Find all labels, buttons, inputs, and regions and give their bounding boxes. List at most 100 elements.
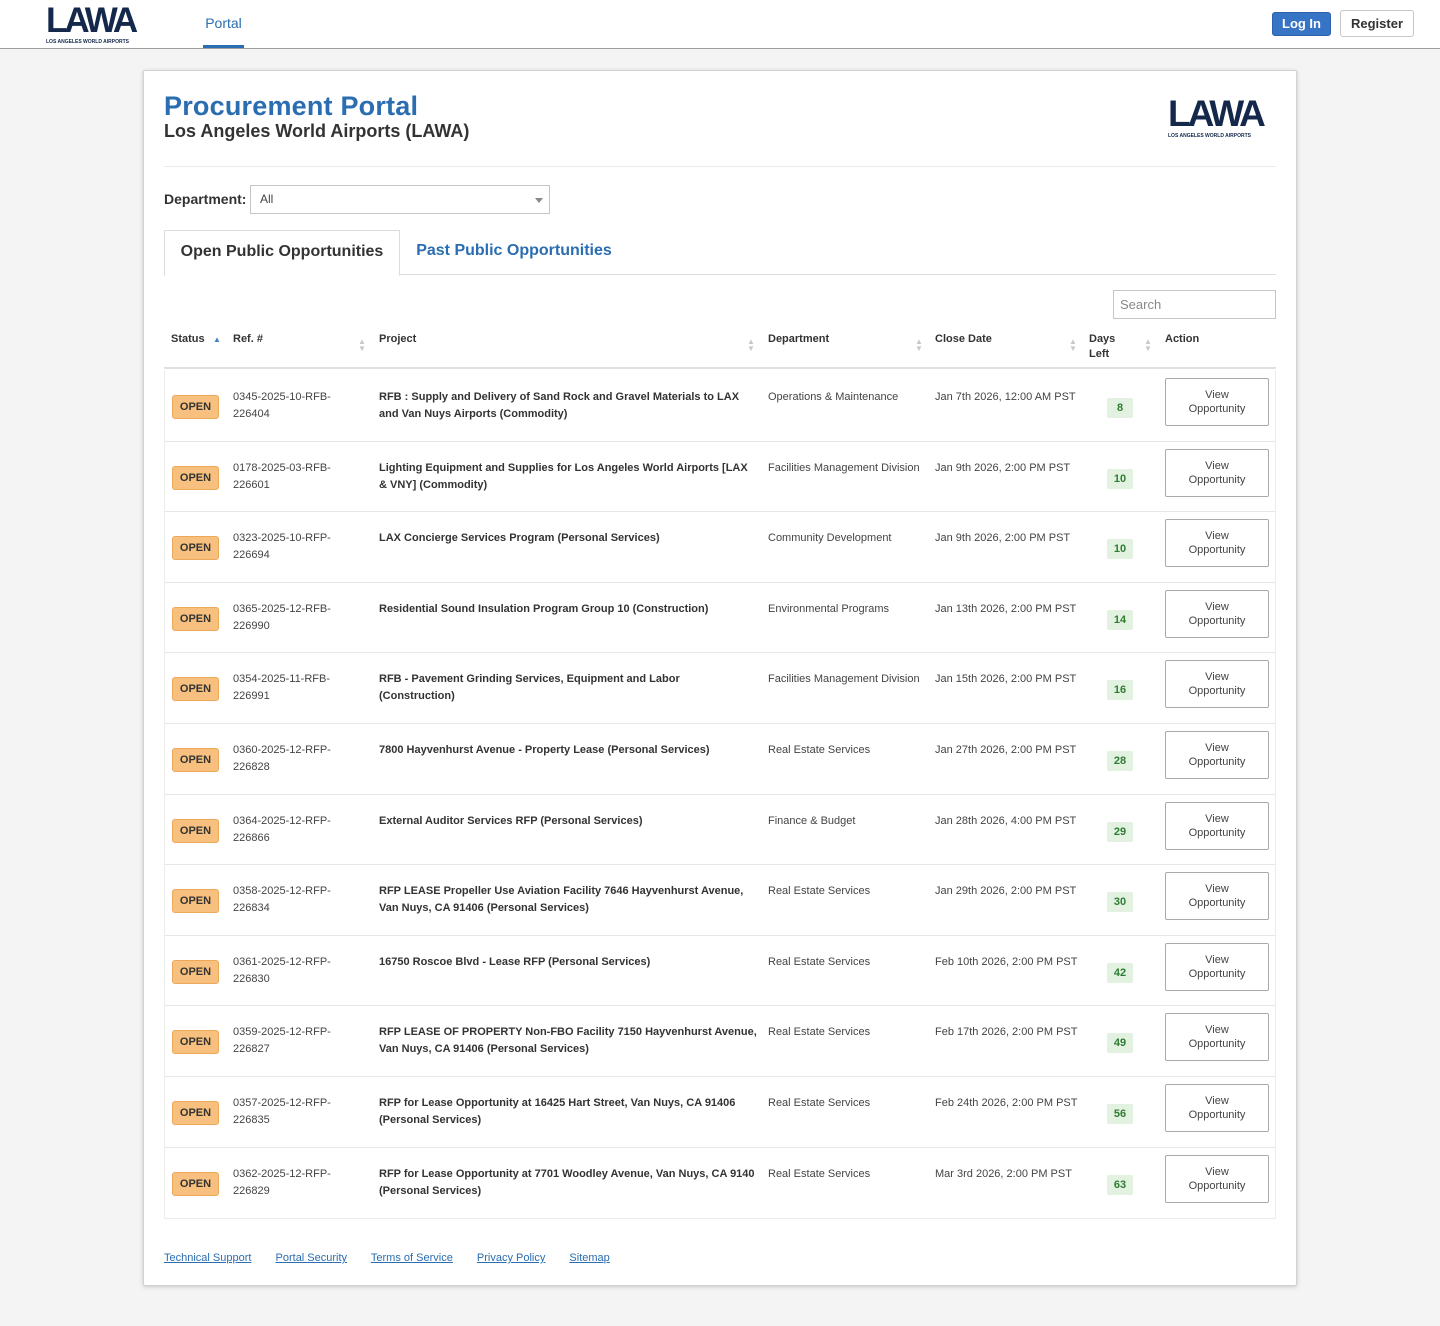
status-badge: OPEN — [172, 465, 219, 490]
register-button[interactable]: Register — [1340, 10, 1414, 37]
department-name: Real Estate Services — [768, 1167, 871, 1180]
login-button[interactable]: Log In — [1272, 12, 1331, 36]
project-name: External Auditor Services RFP (Personal … — [379, 814, 643, 827]
sort-icon[interactable]: ▲ ▼ — [358, 338, 366, 353]
status-badge: OPEN — [172, 677, 219, 702]
chevron-down-icon — [535, 198, 543, 203]
department-select[interactable]: All — [250, 185, 550, 214]
column-action-label: Action — [1165, 333, 1200, 345]
project-name: RFP LEASE Propeller Use Aviation Facilit… — [379, 885, 744, 915]
department-name: Real Estate Services — [768, 1026, 871, 1039]
title-divider — [164, 166, 1276, 167]
column-header-ref[interactable]: Ref. # — [233, 332, 263, 347]
card-logo-wordmark: LAWA — [1168, 93, 1266, 134]
column-header-close-date[interactable]: Close Date — [935, 332, 992, 347]
close-date: Jan 13th 2026, 2:00 PM PST — [935, 602, 1077, 615]
close-date: Feb 17th 2026, 2:00 PM PST — [935, 1026, 1078, 1039]
column-ref-label: Ref. # — [233, 333, 263, 345]
table-row: OPEN 0323-2025-10-RFP-226694 LAX Concierge… — [165, 512, 1275, 583]
tab-open-opportunities[interactable]: Open Public Opportunities — [164, 230, 400, 276]
tab-past-opportunities[interactable]: Past Public Opportunities — [402, 230, 626, 274]
project-name: RFB : Supply and Delivery of Sand Rock a… — [379, 391, 740, 420]
footer-link-privacy-policy[interactable]: Privacy Policy — [477, 1252, 545, 1264]
sort-icon[interactable]: ▲ ▼ — [1144, 338, 1152, 353]
column-header-status[interactable]: Status — [171, 332, 205, 347]
table-row: OPEN 0362-2025-12-RFP-226829 RFP for Lease… — [165, 1148, 1275, 1219]
column-days-left-label: Days Left — [1089, 333, 1116, 360]
nav-portal-label: Portal — [205, 15, 242, 31]
project-name: LAX Concierge Services Program (Personal… — [379, 532, 660, 545]
close-date: Jan 7th 2026, 12:00 AM PST — [935, 391, 1076, 403]
footer-link-sitemap[interactable]: Sitemap — [569, 1252, 609, 1264]
department-name: Facilities Management Division — [768, 461, 920, 474]
view-opportunity-button[interactable]: View Opportunity — [1165, 519, 1269, 568]
column-header-project[interactable]: Project — [379, 332, 416, 347]
lawa-logo[interactable]: LAWA LOS ANGELES WORLD AIRPORTS — [46, 3, 148, 47]
view-opportunity-button[interactable]: View Opportunity — [1165, 730, 1269, 779]
view-opportunity-button[interactable]: View Opportunity — [1165, 660, 1269, 709]
view-opportunity-button[interactable]: View Opportunity — [1165, 1154, 1269, 1203]
close-date: Jan 9th 2026, 2:00 PM PST — [935, 461, 1071, 474]
nav-portal-tab[interactable]: Portal — [203, 0, 244, 48]
ref-number: 0365-2025-12-RFB-226990 — [233, 602, 331, 632]
view-opportunity-button[interactable]: View Opportunity — [1165, 872, 1269, 921]
project-name: RFP for Lease Opportunity at 7701 Woodle… — [379, 1167, 755, 1197]
table-header: Status ▲ Ref. # ▲ ▼ Project ▲ ▼ Department… — [164, 324, 1276, 369]
sort-asc-icon[interactable]: ▲ — [213, 335, 221, 344]
column-header-days-left[interactable]: Days Left — [1089, 332, 1123, 362]
status-badge: OPEN — [172, 395, 219, 419]
close-date: Feb 10th 2026, 2:00 PM PST — [935, 955, 1078, 968]
view-opportunity-button[interactable]: View Opportunity — [1165, 1083, 1269, 1132]
sort-icon[interactable]: ▲ ▼ — [915, 338, 923, 353]
department-select-value: All — [260, 192, 274, 206]
close-date: Jan 15th 2026, 2:00 PM PST — [935, 673, 1077, 686]
department-name: Facilities Management Division — [768, 673, 920, 686]
column-department-label: Department — [768, 333, 830, 345]
ref-number: 0358-2025-12-RFP-226834 — [233, 885, 331, 915]
view-opportunity-button[interactable]: View Opportunity — [1165, 448, 1269, 497]
days-left-badge: 63 — [1107, 1174, 1133, 1195]
project-name: 7800 Hayvenhurst Avenue - Property Lease… — [379, 743, 710, 756]
department-label: Department: — [164, 191, 247, 207]
status-badge: OPEN — [172, 818, 219, 843]
table-row: OPEN 0361-2025-12-RFP-226830 16750 Roscoe … — [165, 936, 1275, 1007]
ref-number: 0345-2025-10-RFB-226404 — [233, 391, 331, 420]
sort-icon[interactable]: ▲ ▼ — [1069, 338, 1077, 353]
project-name: RFP for Lease Opportunity at 16425 Hart … — [379, 1096, 736, 1126]
close-date: Jan 29th 2026, 2:00 PM PST — [935, 885, 1077, 898]
ref-number: 0359-2025-12-RFP-226827 — [233, 1026, 331, 1056]
view-opportunity-button[interactable]: View Opportunity — [1165, 1013, 1269, 1062]
view-opportunity-button[interactable]: View Opportunity — [1165, 801, 1269, 850]
ref-number: 0323-2025-10-RFP-226694 — [233, 532, 331, 562]
department-name: Operations & Maintenance — [768, 391, 899, 403]
project-name: 16750 Roscoe Blvd - Lease RFP (Personal … — [379, 955, 651, 968]
status-badge: OPEN — [172, 747, 219, 772]
page-subtitle: Los Angeles World Airports (LAWA) — [164, 121, 470, 141]
status-badge: OPEN — [172, 606, 219, 631]
ref-number: 0178-2025-03-RFB-226601 — [233, 461, 331, 491]
footer-link-technical-support[interactable]: Technical Support — [164, 1252, 251, 1264]
days-left-badge: 14 — [1107, 609, 1133, 630]
sort-icon[interactable]: ▲ ▼ — [747, 338, 755, 353]
view-opportunity-button[interactable]: View Opportunity — [1165, 942, 1269, 991]
table-row: OPEN 0359-2025-12-RFP-226827 RFP LEASE OF … — [165, 1006, 1275, 1077]
department-name: Community Development — [768, 532, 892, 545]
days-left-badge: 30 — [1107, 892, 1133, 913]
table-row: OPEN 0354-2025-11-RFB-226991 RFB - Pavemen… — [165, 653, 1275, 724]
department-name: Real Estate Services — [768, 955, 871, 968]
close-date: Jan 27th 2026, 2:00 PM PST — [935, 743, 1077, 756]
status-badge: OPEN — [172, 889, 219, 914]
search-input[interactable] — [1113, 290, 1276, 319]
table-row: OPEN 0360-2025-12-RFP-226828 7800 Hayvenhu… — [165, 724, 1275, 795]
status-badge: OPEN — [172, 959, 219, 984]
status-badge: OPEN — [172, 1171, 219, 1196]
column-header-department[interactable]: Department — [768, 332, 829, 347]
project-name: RFP LEASE OF PROPERTY Non-FBO Facility 7… — [379, 1026, 757, 1056]
project-name: Lighting Equipment and Supplies for Los … — [379, 461, 748, 491]
footer-link-portal-security[interactable]: Portal Security — [276, 1252, 348, 1264]
view-opportunity-button[interactable]: View Opportunity — [1165, 378, 1269, 426]
view-opportunity-button[interactable]: View Opportunity — [1165, 589, 1269, 638]
footer-link-terms-of-service[interactable]: Terms of Service — [371, 1252, 453, 1264]
ref-number: 0361-2025-12-RFP-226830 — [233, 955, 331, 985]
status-badge: OPEN — [172, 1030, 219, 1055]
